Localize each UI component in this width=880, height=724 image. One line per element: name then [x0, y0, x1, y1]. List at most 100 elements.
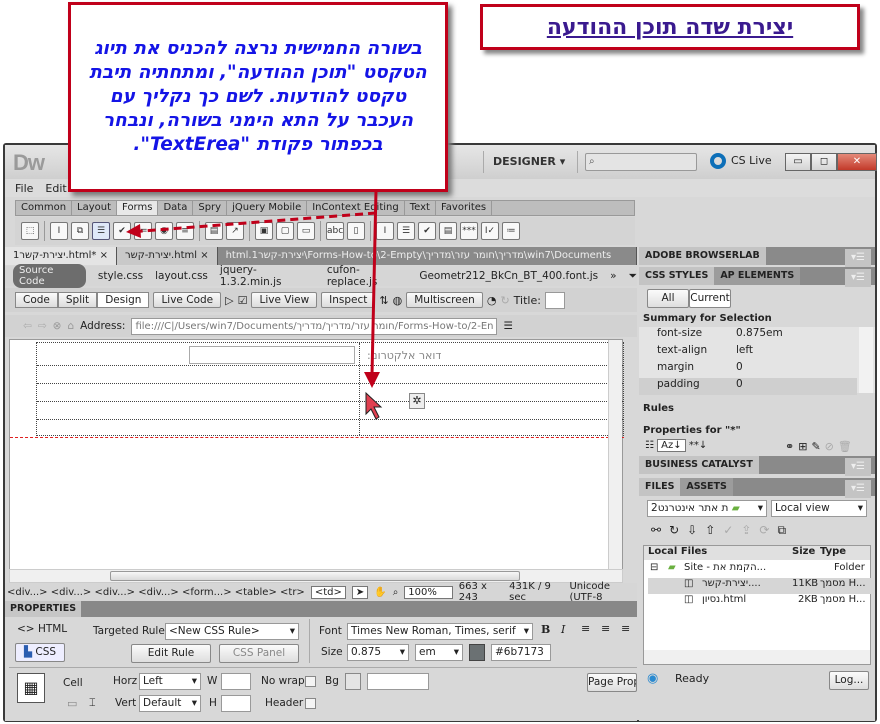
related-file[interactable]: jquery-1.3.2.min.js — [220, 264, 315, 288]
spry-checkbox-icon[interactable]: ✔ — [418, 222, 436, 240]
trash-icon[interactable]: 🗑 — [838, 440, 856, 453]
disable-icon[interactable]: ⊘ — [825, 440, 838, 453]
sync-icon[interactable]: ⟳ — [759, 523, 777, 537]
button-icon[interactable]: ▢ — [276, 222, 294, 240]
tab-layout[interactable]: Layout — [72, 201, 118, 215]
address-input[interactable]: file:///C|/Users/win7/Documents/חומר עזר… — [131, 317, 498, 335]
back-icon[interactable]: ⇦ — [23, 320, 32, 332]
summary-row[interactable]: margin 0 — [639, 361, 857, 378]
css-panel-button[interactable]: CSS Panel — [219, 644, 299, 663]
get-files-icon[interactable]: ⇩ — [687, 523, 705, 537]
textarea-icon[interactable]: ☰ — [92, 222, 110, 240]
check-page-icon[interactable]: ☑ — [238, 294, 248, 307]
radio-button-icon[interactable]: ◉ — [155, 222, 173, 240]
minimize-button[interactable]: ▭ — [785, 153, 811, 171]
split-cell-icon[interactable]: ⌶ — [89, 696, 96, 710]
live-view-button[interactable]: Live View — [251, 292, 318, 308]
italic-button[interactable]: I — [561, 623, 565, 636]
zoom-tool-icon[interactable]: ⌕ — [393, 587, 399, 598]
header-checkbox[interactable] — [305, 698, 316, 709]
doc-tab[interactable]: יצירת-קשר.html × — [116, 247, 218, 265]
page-properties-button[interactable]: Page Prope — [587, 673, 637, 692]
log-button[interactable]: Log... — [829, 671, 869, 690]
close-tab-icon[interactable]: × — [200, 250, 208, 261]
tag-selector[interactable]: <div...> <div...> <div...> <div...> <for… — [7, 587, 305, 598]
put-files-icon[interactable]: ⇧ — [705, 523, 723, 537]
bg-color-swatch[interactable] — [345, 673, 361, 690]
summary-row[interactable]: font-size 0.875em — [639, 327, 857, 344]
summary-row[interactable]: padding 0 — [639, 378, 857, 395]
hand-tool-icon[interactable]: ✋ — [374, 587, 386, 598]
bg-color-input[interactable] — [367, 673, 429, 690]
html-mode-button[interactable]: <> HTML — [17, 623, 67, 635]
spry-password-icon[interactable]: *** — [460, 222, 478, 240]
bold-button[interactable]: B — [541, 623, 550, 636]
spry-confirm-icon[interactable]: I✓ — [481, 222, 499, 240]
tab-files[interactable]: FILES — [639, 478, 681, 496]
jump-menu-icon[interactable]: ▤ — [205, 222, 223, 240]
close-button[interactable]: ✕ — [837, 153, 877, 171]
spry-textarea-icon[interactable]: ☰ — [397, 222, 415, 240]
related-file[interactable]: Geometr212_BkCn_BT_400.font.js — [419, 270, 598, 282]
related-file[interactable]: layout.css — [155, 270, 208, 282]
source-code-button[interactable]: Source Code — [13, 264, 86, 288]
inspect-button[interactable]: Inspect — [321, 292, 376, 308]
connect-icon[interactable]: ⚯ — [651, 523, 669, 537]
horz-select[interactable]: Left — [139, 673, 201, 690]
view-select[interactable]: Local view — [771, 500, 867, 517]
file-row[interactable]: ◫ יצירת-קשר.... 11KB מסמך H... — [648, 578, 874, 594]
text-field-icon[interactable]: I — [50, 222, 68, 240]
font-select[interactable]: Times New Roman, Times, serif — [347, 623, 533, 640]
doc-tab-active[interactable]: יצירת-קשר1.html* × — [5, 247, 117, 265]
window-size[interactable]: 663 x 243 — [459, 581, 503, 603]
email-input[interactable] — [189, 346, 355, 364]
forward-icon[interactable]: ⇨ — [38, 320, 47, 332]
code-view-button[interactable]: Code — [15, 292, 58, 308]
refresh-icon[interactable]: ↻ — [669, 523, 687, 537]
menu-edit[interactable]: Edit — [45, 182, 66, 195]
vert-select[interactable]: Default — [139, 695, 201, 712]
home-icon[interactable]: ⌂ — [67, 320, 74, 332]
edit-rule-button[interactable]: Edit Rule — [131, 644, 211, 663]
attach-stylesheet-icon[interactable]: ⚭ — [785, 440, 798, 453]
workspace-switcher[interactable]: DESIGNER ▾ — [493, 155, 565, 168]
label-icon[interactable]: ▭ — [297, 222, 315, 240]
design-view-button[interactable]: Design — [97, 292, 150, 308]
visual-aids-icon[interactable]: ◔ — [487, 294, 497, 307]
all-mode-button[interactable]: All — [647, 289, 689, 308]
tab-assets[interactable]: ASSETS — [680, 478, 733, 496]
color-input[interactable]: #6b7173 — [491, 644, 551, 661]
checkbox-icon[interactable]: ✔ — [113, 222, 131, 240]
form-icon[interactable]: ⬚ — [21, 222, 39, 240]
align-right-icon[interactable]: ≡ — [621, 622, 630, 635]
tab-incontext-editing[interactable]: InContext Editing — [307, 201, 405, 215]
set-properties-icon[interactable]: **↓ — [689, 440, 707, 451]
height-input[interactable] — [221, 695, 251, 712]
filter-icon[interactable]: ⏷ — [629, 270, 637, 283]
selected-tag[interactable]: <td> — [310, 585, 346, 599]
browser-options-icon[interactable]: ☰ — [503, 320, 512, 332]
check-out-icon[interactable]: ✓ — [723, 523, 741, 537]
current-mode-button[interactable]: Current — [689, 289, 731, 308]
column-type[interactable]: Type — [820, 546, 846, 557]
targeted-rule-select[interactable]: <New CSS Rule> — [165, 623, 299, 640]
file-field-icon[interactable]: ▣ — [255, 222, 273, 240]
multiscreen-button[interactable]: Multiscreen — [406, 292, 483, 308]
fieldset-icon[interactable]: abc — [326, 222, 344, 240]
scroll-thumb[interactable] — [110, 571, 520, 581]
column-local-files[interactable]: Local Files — [648, 546, 707, 557]
new-rule-icon[interactable]: ⊞ — [798, 440, 811, 453]
file-row[interactable]: ⊟ ▰ Site - הקמת את... Folder — [648, 562, 874, 578]
tab-ap-elements[interactable]: AP ELEMENTS — [714, 267, 801, 285]
category-view-icon[interactable]: ☷ — [645, 440, 654, 451]
tab-data[interactable]: Data — [158, 201, 194, 215]
hidden-field-icon[interactable]: ⧉ — [71, 222, 89, 240]
files-hscrollbar[interactable] — [644, 650, 870, 664]
merge-cells-icon[interactable]: ▭ — [67, 697, 77, 710]
file-management-icon[interactable]: ⇅ — [379, 294, 388, 307]
related-file[interactable]: cufon-replace.js — [327, 264, 408, 288]
check-in-icon[interactable]: ⇪ — [741, 523, 759, 537]
tab-spry[interactable]: Spry — [193, 201, 228, 215]
related-file[interactable]: style.css — [98, 270, 143, 282]
stop-icon[interactable]: ⊗ — [53, 320, 62, 332]
